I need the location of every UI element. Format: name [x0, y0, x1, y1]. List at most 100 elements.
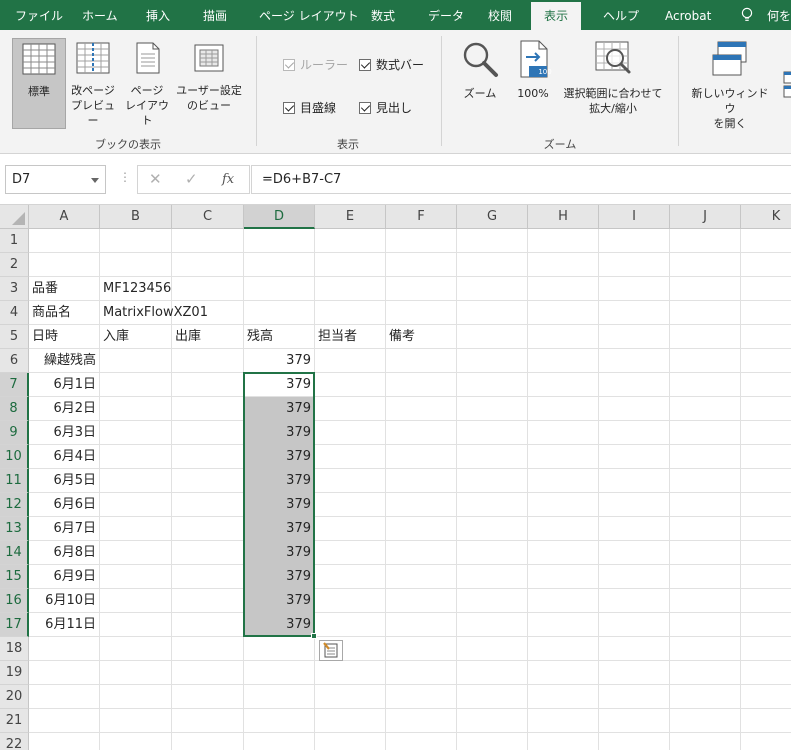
cell-j13[interactable]: [670, 517, 741, 541]
cell-a21[interactable]: [29, 709, 100, 733]
cell-f14[interactable]: [386, 541, 457, 565]
cell-g9[interactable]: [457, 421, 528, 445]
tab-draw[interactable]: 描画: [203, 0, 227, 30]
page-break-preview-button[interactable]: 改ページ プレビュー: [68, 38, 118, 129]
cell-f9[interactable]: [386, 421, 457, 445]
cell-b15[interactable]: [100, 565, 172, 589]
row-header-20[interactable]: 20: [0, 685, 29, 709]
cell-k2[interactable]: [741, 253, 791, 277]
cell-a15[interactable]: 6月9日: [29, 565, 100, 589]
cell-j6[interactable]: [670, 349, 741, 373]
formula-input[interactable]: =D6+B7-C7: [251, 165, 791, 194]
cell-g21[interactable]: [457, 709, 528, 733]
gridlines-checkbox[interactable]: 目盛線: [283, 99, 336, 116]
cell-b1[interactable]: [100, 229, 172, 253]
row-header-7[interactable]: 7: [0, 373, 29, 397]
cell-g6[interactable]: [457, 349, 528, 373]
cell-h19[interactable]: [528, 661, 599, 685]
cell-k5[interactable]: [741, 325, 791, 349]
row-header-15[interactable]: 15: [0, 565, 29, 589]
cell-h2[interactable]: [528, 253, 599, 277]
cell-b7[interactable]: [100, 373, 172, 397]
cell-g19[interactable]: [457, 661, 528, 685]
cell-h3[interactable]: [528, 277, 599, 301]
cell-f15[interactable]: [386, 565, 457, 589]
column-header-c[interactable]: C: [172, 205, 244, 229]
cell-c9[interactable]: [172, 421, 244, 445]
cell-c14[interactable]: [172, 541, 244, 565]
cell-g17[interactable]: [457, 613, 528, 637]
cell-c15[interactable]: [172, 565, 244, 589]
cell-j22[interactable]: [670, 733, 741, 750]
cell-j11[interactable]: [670, 469, 741, 493]
cell-a11[interactable]: 6月5日: [29, 469, 100, 493]
cell-k7[interactable]: [741, 373, 791, 397]
cell-a3[interactable]: 品番: [29, 277, 100, 301]
tab-acrobat[interactable]: Acrobat: [665, 0, 711, 30]
cell-e5[interactable]: 担当者: [315, 325, 386, 349]
cell-f7[interactable]: [386, 373, 457, 397]
cell-b22[interactable]: [100, 733, 172, 750]
cell-e15[interactable]: [315, 565, 386, 589]
row-header-12[interactable]: 12: [0, 493, 29, 517]
cell-e13[interactable]: [315, 517, 386, 541]
cell-b19[interactable]: [100, 661, 172, 685]
cell-a4[interactable]: 商品名: [29, 301, 100, 325]
cell-k13[interactable]: [741, 517, 791, 541]
cell-g8[interactable]: [457, 397, 528, 421]
insert-function-icon[interactable]: fx: [222, 172, 234, 187]
cell-i22[interactable]: [599, 733, 670, 750]
cell-c12[interactable]: [172, 493, 244, 517]
cell-h21[interactable]: [528, 709, 599, 733]
column-header-k[interactable]: K: [741, 205, 791, 229]
cell-f22[interactable]: [386, 733, 457, 750]
cell-j1[interactable]: [670, 229, 741, 253]
row-header-14[interactable]: 14: [0, 541, 29, 565]
cell-d11[interactable]: 379: [244, 469, 315, 493]
cell-b13[interactable]: [100, 517, 172, 541]
row-header-9[interactable]: 9: [0, 421, 29, 445]
cell-h18[interactable]: [528, 637, 599, 661]
cell-j12[interactable]: [670, 493, 741, 517]
cell-k21[interactable]: [741, 709, 791, 733]
cell-k20[interactable]: [741, 685, 791, 709]
cell-a20[interactable]: [29, 685, 100, 709]
cell-f4[interactable]: [386, 301, 457, 325]
cell-c13[interactable]: [172, 517, 244, 541]
cell-h5[interactable]: [528, 325, 599, 349]
spreadsheet-grid[interactable]: A B C D E F G H I J K 1 2 3 品番 MF123456 4 商品名 MatrixFlowXZ…: [0, 205, 791, 750]
cell-h8[interactable]: [528, 397, 599, 421]
cell-j21[interactable]: [670, 709, 741, 733]
column-header-g[interactable]: G: [457, 205, 528, 229]
cell-g14[interactable]: [457, 541, 528, 565]
cell-f6[interactable]: [386, 349, 457, 373]
row-header-2[interactable]: 2: [0, 253, 29, 277]
cell-e19[interactable]: [315, 661, 386, 685]
cell-h10[interactable]: [528, 445, 599, 469]
tab-page-layout[interactable]: ページ レイアウト: [259, 0, 359, 30]
row-header-18[interactable]: 18: [0, 637, 29, 661]
cell-j15[interactable]: [670, 565, 741, 589]
cell-j3[interactable]: [670, 277, 741, 301]
cell-h16[interactable]: [528, 589, 599, 613]
tab-home[interactable]: ホーム: [82, 0, 118, 30]
cell-k16[interactable]: [741, 589, 791, 613]
cell-f11[interactable]: [386, 469, 457, 493]
cell-j16[interactable]: [670, 589, 741, 613]
cell-j5[interactable]: [670, 325, 741, 349]
cell-e21[interactable]: [315, 709, 386, 733]
cancel-icon[interactable]: ✕: [149, 170, 162, 188]
cell-h14[interactable]: [528, 541, 599, 565]
cell-b21[interactable]: [100, 709, 172, 733]
cell-i16[interactable]: [599, 589, 670, 613]
cell-a5[interactable]: 日時: [29, 325, 100, 349]
cell-c11[interactable]: [172, 469, 244, 493]
cell-h22[interactable]: [528, 733, 599, 750]
cell-j7[interactable]: [670, 373, 741, 397]
cell-i10[interactable]: [599, 445, 670, 469]
cell-i11[interactable]: [599, 469, 670, 493]
cell-e6[interactable]: [315, 349, 386, 373]
cell-g15[interactable]: [457, 565, 528, 589]
cell-a16[interactable]: 6月10日: [29, 589, 100, 613]
tab-data[interactable]: データ: [428, 0, 464, 30]
